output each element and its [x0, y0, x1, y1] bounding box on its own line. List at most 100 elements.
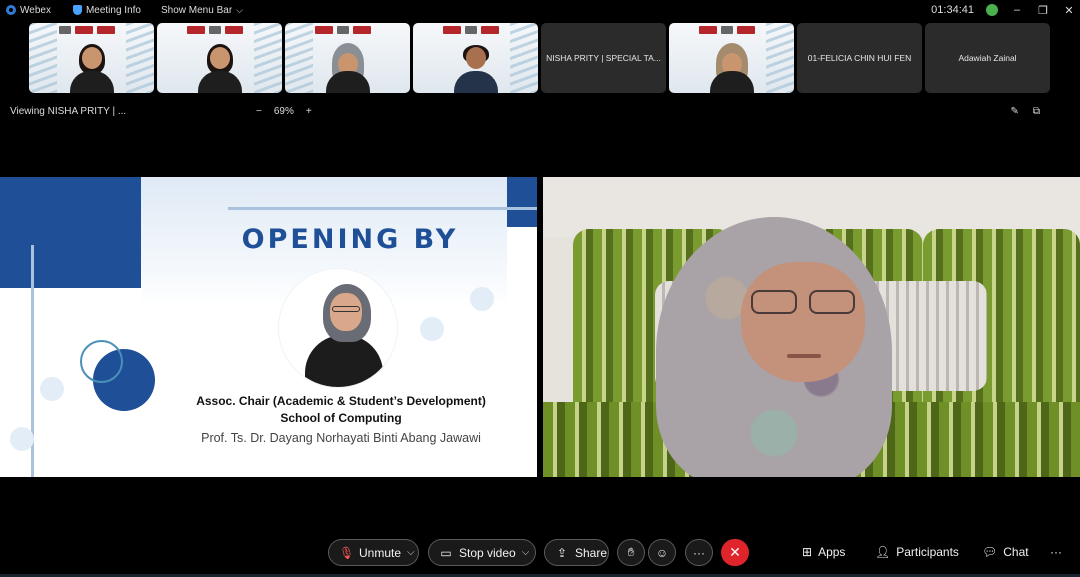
minimize-button[interactable]: – [1010, 4, 1024, 16]
app-brand: Webex [6, 5, 51, 16]
chevron-down-icon[interactable]: ⌵ [407, 547, 415, 558]
participant-tile[interactable] [413, 23, 538, 93]
background-decoration [254, 23, 282, 93]
virtual-background-logos [315, 26, 380, 36]
role-line-1: Assoc. Chair (Academic & Student’s Devel… [196, 394, 486, 408]
chat-label: Chat [1003, 545, 1029, 559]
unmute-label: Unmute [359, 545, 402, 560]
background-decoration [285, 23, 313, 93]
chat-button[interactable]: 💬︎ Chat [982, 545, 1029, 559]
participant-name: Adawiah Zainal [958, 53, 1017, 63]
background-decoration [126, 23, 154, 93]
participant-tile[interactable]: 01-FELICIA CHIN HUI FEN [797, 23, 922, 93]
share-icon: ⇪ [556, 545, 568, 560]
participant-tile[interactable] [285, 23, 410, 93]
active-speaker-video[interactable] [543, 177, 1080, 477]
virtual-background-logos [59, 26, 124, 36]
speaker-role: Assoc. Chair (Academic & Student’s Devel… [191, 393, 491, 427]
close-window-button[interactable]: ✕ [1062, 4, 1076, 17]
close-icon: ✕ [729, 544, 741, 560]
smiley-icon: ☺ [655, 545, 669, 560]
title-bar: Webex Meeting Info Show Menu Bar ⌵ 01:34… [0, 0, 1080, 20]
overflow-menu-button[interactable]: ··· [1050, 545, 1062, 559]
show-menu-bar-button[interactable]: Show Menu Bar ⌵ [161, 5, 243, 16]
slide-decor-hex [420, 317, 444, 341]
participant-strip: NISHA PRITY | SPECIAL TA... 01-FELICIA C… [29, 23, 1050, 93]
stop-video-label: Stop video [459, 545, 516, 560]
raise-hand-button[interactable]: ✋︎ [617, 539, 645, 566]
speaker-mouth [787, 354, 821, 358]
overflow-icon: ··· [1050, 545, 1062, 559]
chevron-down-icon[interactable]: ⌵ [522, 547, 530, 558]
speaker-glasses [751, 290, 859, 316]
virtual-background-logos [699, 26, 764, 36]
slide-decor-hex [40, 377, 64, 401]
participant-name: 01-FELICIA CHIN HUI FEN [807, 53, 912, 63]
shield-icon [72, 5, 82, 15]
participant-video [453, 41, 498, 93]
participant-tile[interactable]: Adawiah Zainal [925, 23, 1050, 93]
more-options-button[interactable]: ··· [685, 539, 713, 566]
participant-video [197, 41, 242, 93]
more-icon: ··· [693, 545, 705, 560]
zoom-level[interactable]: 69% [274, 106, 294, 117]
participant-video [709, 41, 754, 93]
apps-icon: ⊞ [802, 545, 813, 559]
share-view-bar: Viewing NISHA PRITY | ... − 69% + ✎ ⧉ [10, 106, 1040, 120]
participant-tile[interactable] [29, 23, 154, 93]
show-menu-bar-label: Show Menu Bar [161, 4, 233, 16]
stop-video-button[interactable]: ▭ Stop video ⌵ [428, 539, 536, 566]
zoom-controls: − 69% + [256, 106, 312, 117]
participants-label: Participants [896, 545, 959, 559]
microphone-muted-icon: 🎙︎ [339, 545, 355, 560]
person-icon: 👤︎ [875, 545, 891, 559]
chevron-down-icon: ⌵ [236, 4, 243, 15]
share-label: Share [575, 545, 608, 560]
virtual-background-logos [443, 26, 508, 36]
unmute-button[interactable]: 🎙︎ Unmute ⌵ [328, 539, 419, 566]
reactions-button[interactable]: ☺ [648, 539, 676, 566]
speaker-photo [279, 269, 397, 387]
slide-decor-line [228, 207, 537, 210]
shared-content: OPENING BY Assoc. Chair (Academic & Stud… [0, 177, 537, 477]
annotate-icon[interactable]: ✎ [1010, 106, 1018, 117]
slide-decor-hex [470, 287, 494, 311]
participant-tile[interactable] [157, 23, 282, 93]
slide-title: OPENING BY [241, 224, 459, 255]
virtual-background-logos [187, 26, 252, 36]
slide-corner-block [507, 177, 537, 227]
meeting-controls: 🎙︎ Unmute ⌵ ▭ Stop video ⌵ ⇪ Share ✋︎ ☺ … [0, 533, 1080, 573]
participant-video [69, 41, 114, 93]
meeting-info-label: Meeting Info [85, 4, 141, 16]
participant-tile[interactable] [669, 23, 794, 93]
participant-video [325, 41, 370, 93]
hand-icon: ✋︎ [627, 545, 635, 559]
zoom-out-button[interactable]: − [256, 106, 262, 117]
clock: 01:34:41 [931, 4, 974, 16]
meeting-info-button[interactable]: Meeting Info [72, 4, 141, 16]
zoom-in-button[interactable]: + [306, 106, 312, 117]
pop-out-icon[interactable]: ⧉ [1033, 106, 1040, 117]
role-line-2: School of Computing [280, 411, 402, 425]
participant-name: NISHA PRITY | SPECIAL TA... [546, 53, 661, 63]
app-name: Webex [20, 4, 51, 16]
network-signal-icon[interactable] [986, 4, 998, 16]
restore-button[interactable]: ❐ [1036, 4, 1050, 17]
speaker-face [741, 262, 865, 382]
apps-button[interactable]: ⊞ Apps [802, 545, 845, 559]
webex-logo-icon [6, 5, 16, 15]
participants-button[interactable]: 👤︎ Participants [875, 545, 959, 559]
viewing-label: Viewing NISHA PRITY | ... [10, 106, 127, 117]
speaker-name: Prof. Ts. Dr. Dayang Norhayati Binti Aba… [201, 431, 481, 445]
leave-meeting-button[interactable]: ✕ [721, 539, 749, 566]
camera-icon: ▭ [440, 545, 452, 560]
background-decoration [766, 23, 794, 93]
share-button[interactable]: ⇪ Share [544, 539, 609, 566]
background-decoration [510, 23, 538, 93]
slide-decor-circle-outline [80, 340, 123, 383]
slide-decor-hex [10, 427, 34, 451]
participant-tile[interactable]: NISHA PRITY | SPECIAL TA... [541, 23, 666, 93]
apps-label: Apps [818, 545, 846, 559]
chat-bubble-icon: 💬︎ [982, 545, 998, 559]
background-decoration [29, 23, 57, 93]
